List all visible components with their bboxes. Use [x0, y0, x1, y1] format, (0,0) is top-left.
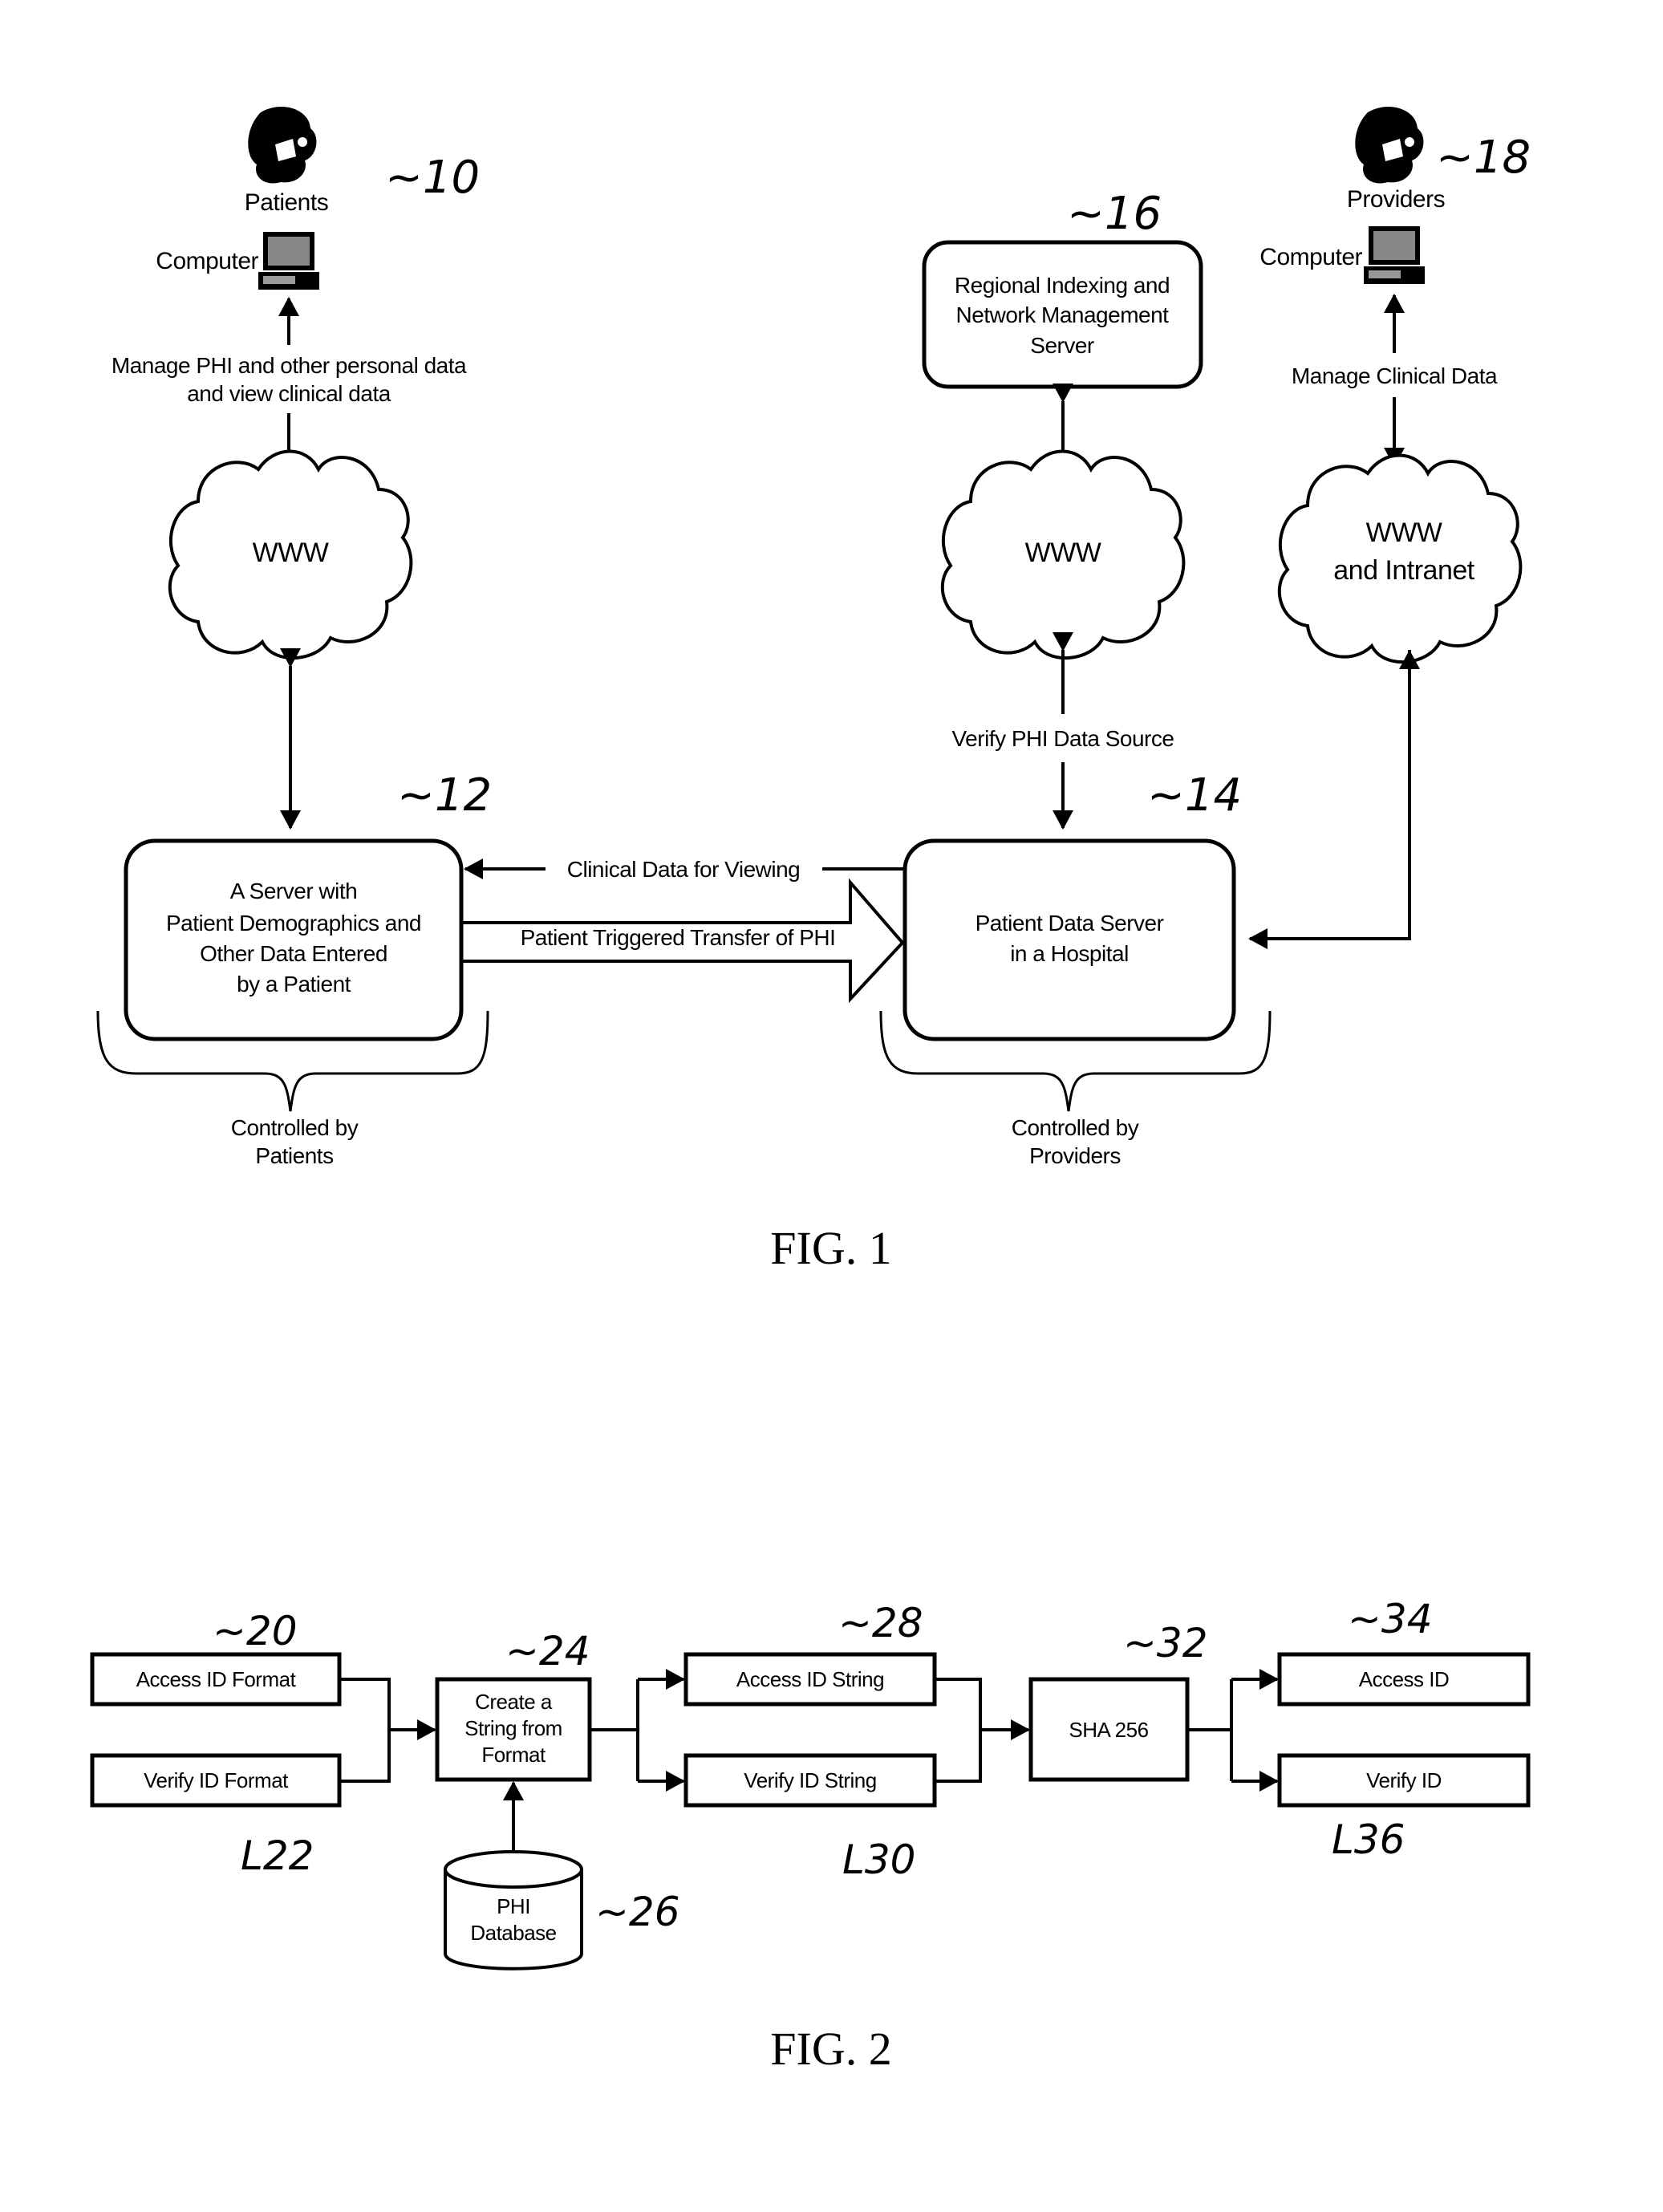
access-id-string-label: Access ID String: [736, 1667, 884, 1691]
indexing-server-line-2: Network Management: [956, 302, 1170, 327]
hospital-server-line-2: in a Hospital: [1010, 941, 1129, 966]
computer-icon: [258, 232, 319, 290]
ref-18: ~18: [1436, 132, 1531, 184]
connector-formats: [339, 1678, 391, 1783]
patient-server-line-4: by a Patient: [237, 972, 351, 996]
phi-database-line-2: Database: [470, 1921, 556, 1945]
sha-256-label: SHA 256: [1069, 1718, 1148, 1742]
access-id-format-label: Access ID Format: [136, 1667, 297, 1691]
create-string-line-2: String from: [464, 1716, 562, 1740]
ref-24: ~24: [505, 1628, 590, 1674]
provider-link-label: Manage Clinical Data: [1292, 363, 1498, 388]
transfer-arrow-label: Patient Triggered Transfer of PHI: [521, 925, 836, 950]
providers-icon: [1355, 106, 1424, 184]
brace-left-label-2: Patients: [255, 1143, 333, 1168]
cloud-middle-label: WWW: [1025, 538, 1101, 568]
patient-server-line-2: Patient Demographics and: [166, 911, 421, 936]
indexing-server-line-1: Regional Indexing and: [955, 273, 1170, 298]
ref-32: ~32: [1123, 1620, 1208, 1666]
patent-drawing: Patients ~10 Computer Manage PHI and oth…: [90, 106, 1531, 2075]
ref-26: ~26: [595, 1889, 680, 1935]
hospital-server-line-1: Patient Data Server: [975, 911, 1164, 936]
verify-id-format-label: Verify ID Format: [144, 1768, 289, 1792]
ref-30: ᒪ30: [842, 1837, 915, 1883]
cloud-right-label-1: WWW: [1366, 517, 1442, 548]
patient-server-line-3: Other Data Entered: [200, 941, 387, 966]
verify-id-string-label: Verify ID String: [744, 1768, 876, 1792]
patient-server-line-1: A Server with: [230, 879, 357, 903]
ref-28: ~28: [838, 1600, 923, 1646]
patients-label: Patients: [245, 189, 328, 216]
connector-strings: [935, 1678, 982, 1783]
ref-12: ~12: [397, 769, 492, 822]
ref-14: ~14: [1147, 769, 1242, 822]
phi-database-line-1: PHI: [497, 1894, 530, 1918]
ref-22: ᒪ22: [241, 1833, 314, 1879]
cloud-right-label-2: and Intranet: [1333, 555, 1475, 586]
ref-20: ~20: [213, 1608, 298, 1654]
verify-label: Verify PHI Data Source: [952, 726, 1174, 751]
patient-link-label-2: and view clinical data: [187, 381, 391, 406]
arrow-cloud-right-hospital: [1248, 650, 1411, 949]
hospital-server-box: [902, 838, 1236, 1041]
patients-icon: [248, 106, 317, 184]
patient-server-box: [124, 838, 464, 1041]
cloud-left-label: WWW: [253, 538, 329, 568]
ref-10: ~10: [385, 152, 480, 204]
provider-computer-label: Computer: [1259, 244, 1362, 270]
verify-id-label: Verify ID: [1366, 1768, 1442, 1792]
create-string-line-3: Format: [481, 1743, 546, 1767]
fig1-caption: FIG. 1: [770, 1222, 891, 1274]
ref-34: ~34: [1348, 1596, 1433, 1642]
ref-36: ᒪ36: [1332, 1816, 1405, 1863]
computer-icon: [1364, 226, 1425, 284]
clinical-arrow-label: Clinical Data for Viewing: [567, 857, 800, 882]
create-string-line-1: Create a: [475, 1690, 553, 1714]
patient-computer-label: Computer: [156, 248, 258, 274]
brace-right-label-2: Providers: [1029, 1143, 1121, 1168]
brace-right-label-1: Controlled by: [1012, 1115, 1139, 1140]
access-id-label: Access ID: [1359, 1667, 1450, 1691]
patient-link-label-1: Manage PHI and other personal data: [112, 353, 467, 378]
ref-16: ~16: [1067, 188, 1162, 240]
brace-left-label-1: Controlled by: [231, 1115, 359, 1140]
fig2-caption: FIG. 2: [770, 2023, 891, 2075]
indexing-server-line-3: Server: [1030, 333, 1094, 358]
providers-label: Providers: [1347, 186, 1445, 213]
